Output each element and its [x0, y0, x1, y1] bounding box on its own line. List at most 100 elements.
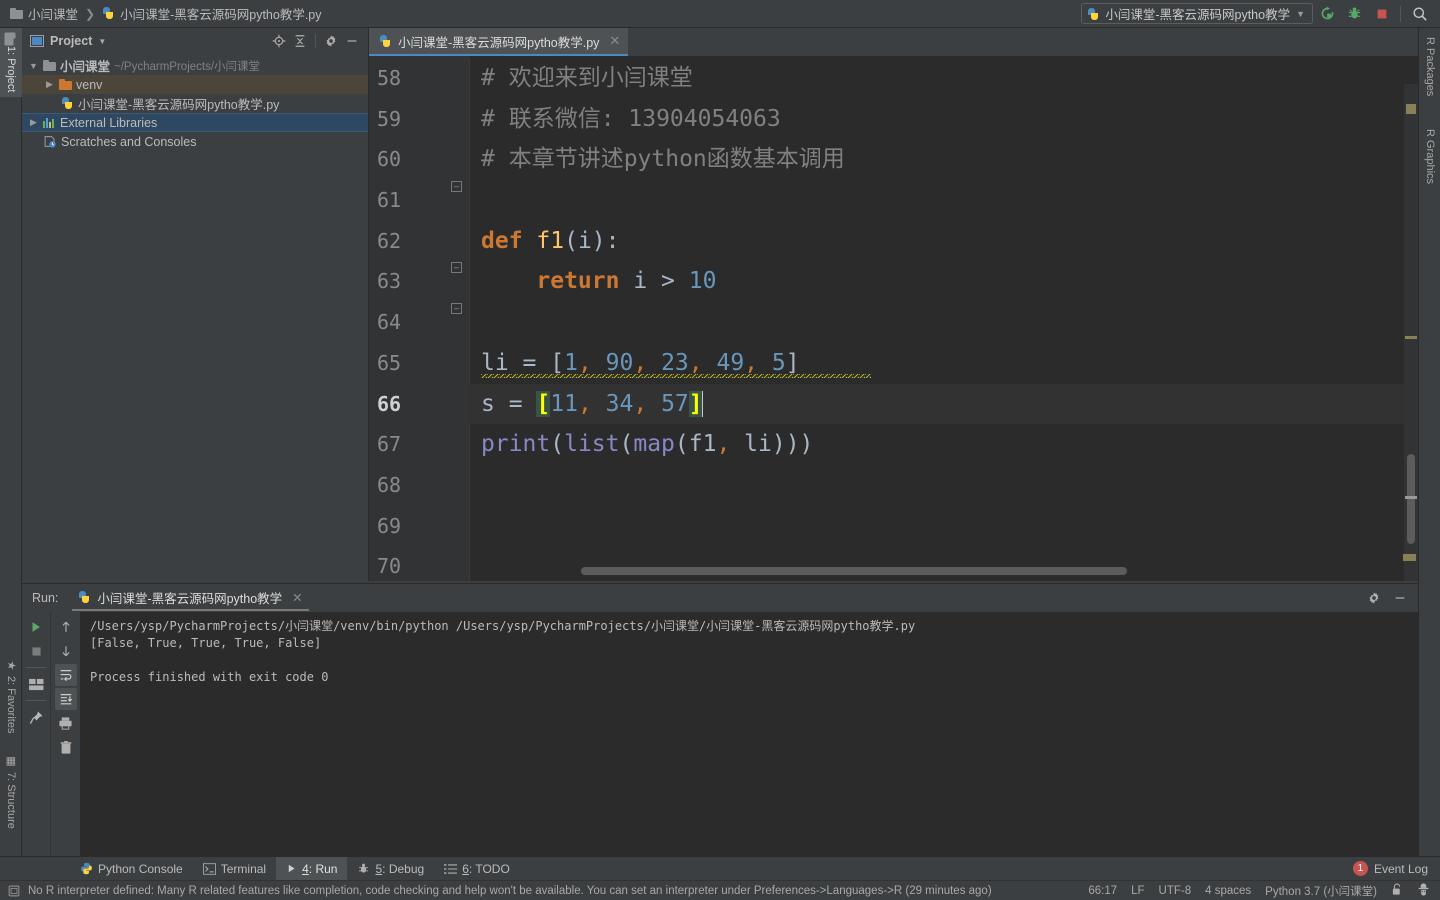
scroll-to-end-button[interactable]: [55, 688, 77, 710]
warning-squiggle-underline: [481, 374, 871, 378]
event-log-group[interactable]: 1 Event Log: [1353, 861, 1440, 876]
print-button[interactable]: [55, 712, 77, 734]
chevron-down-icon: ▼: [98, 37, 106, 46]
tree-item-scratches[interactable]: Scratches and Consoles: [22, 132, 368, 151]
project-panel-title[interactable]: Project ▼: [30, 34, 106, 48]
tree-item-venv[interactable]: ▶ venv: [22, 75, 368, 94]
line-separator-indicator[interactable]: LF: [1131, 885, 1144, 897]
pin-tab-button[interactable]: [25, 706, 47, 728]
run-console-output[interactable]: /Users/ysp/PycharmProjects/小闫课堂/venv/bin…: [80, 612, 1418, 856]
code-line-60[interactable]: # 本章节讲述python函数基本调用: [469, 139, 1418, 180]
tree-item-project-root[interactable]: ▼ 小闫课堂 ~/PycharmProjects/小闫课堂: [22, 56, 368, 75]
settings-gear-icon[interactable]: [321, 31, 341, 51]
tree-label-python-file: 小闫课堂-黑客云源码网pytho教学.py: [78, 94, 279, 113]
fold-marker-end[interactable]: –: [451, 303, 462, 314]
down-button[interactable]: [55, 640, 77, 662]
run-panel-tab[interactable]: 小闫课堂-黑客云源码网pytho教学 ✕: [72, 585, 308, 611]
bottom-tab-label-todo: TODO: [475, 862, 509, 876]
fold-marker-collapse[interactable]: –: [451, 181, 462, 192]
marker-warning[interactable]: [1406, 104, 1416, 114]
code-line-59[interactable]: # 联系微信: 13904054063: [469, 99, 1418, 140]
close-icon[interactable]: ✕: [609, 33, 620, 49]
bottom-tab-terminal[interactable]: Terminal: [193, 857, 276, 881]
interpreter-indicator[interactable]: Python 3.7 (小闫课堂): [1265, 883, 1377, 899]
code-line-61[interactable]: [469, 180, 1418, 221]
lock-icon[interactable]: [1391, 883, 1403, 899]
sidebar-item-r-packages[interactable]: R Packages: [1419, 32, 1440, 101]
stop-button[interactable]: [25, 640, 47, 662]
code-number: 57: [661, 391, 689, 417]
tree-item-python-file[interactable]: 小闫课堂-黑客云源码网pytho教学.py: [22, 94, 368, 113]
code-line-65[interactable]: li = [1, 90, 23, 49, 5]: [469, 343, 1418, 384]
close-icon[interactable]: ✕: [292, 590, 302, 605]
code-line-63[interactable]: return i > 10: [469, 261, 1418, 302]
code-comma: ,: [633, 350, 661, 376]
debug-button[interactable]: [1342, 2, 1367, 26]
folder-icon: [43, 60, 56, 71]
sidebar-item-favorites[interactable]: ★ 2: Favorites: [0, 654, 22, 738]
run-panel-left-toolbar: [22, 612, 50, 856]
marker-warning[interactable]: [1405, 336, 1417, 339]
editor-tab-active[interactable]: 小闫课堂-黑客云源码网pytho教学.py ✕: [369, 28, 628, 56]
settings-gear-icon[interactable]: [1364, 588, 1384, 608]
bottom-tab-label-terminal: Terminal: [221, 862, 266, 876]
code-line-69[interactable]: [469, 506, 1418, 547]
code-line-66-current[interactable]: s = [11, 34, 57]: [469, 384, 1418, 425]
project-panel-title-label: Project: [50, 34, 92, 48]
hector-inspection-icon[interactable]: [1417, 883, 1430, 899]
tree-label-external-libraries: External Libraries: [60, 116, 157, 130]
status-notification-icon[interactable]: [0, 885, 20, 897]
bottom-tab-todo[interactable]: 6: TODO: [434, 857, 520, 881]
code-line-58[interactable]: # 欢迎来到小闫课堂: [469, 58, 1418, 99]
minimize-icon[interactable]: [342, 31, 362, 51]
code-content[interactable]: # 欢迎来到小闫课堂 # 联系微信: 13904054063 # 本章节讲述py…: [469, 56, 1418, 581]
up-button[interactable]: [55, 616, 77, 638]
editor-vertical-scrollbar[interactable]: [1407, 454, 1415, 544]
indent-indicator[interactable]: 4 spaces: [1205, 885, 1251, 897]
bottom-tab-run[interactable]: 4: Run: [276, 857, 347, 881]
chevron-right-icon[interactable]: ▶: [28, 117, 39, 128]
code-line-64[interactable]: [469, 302, 1418, 343]
bracket-highlight-open: [: [536, 391, 550, 417]
code-line-68[interactable]: [469, 465, 1418, 506]
chevron-right-icon[interactable]: ▶: [44, 79, 55, 90]
minimize-icon[interactable]: [1390, 588, 1410, 608]
soft-wrap-button[interactable]: [55, 664, 77, 686]
python-file-icon: [1087, 8, 1099, 20]
code-line-67[interactable]: print(list(map(f1, li))): [469, 424, 1418, 465]
sidebar-item-structure[interactable]: ▦ 7: Structure: [0, 750, 22, 834]
breadcrumb-item-file[interactable]: 小闫课堂-黑客云源码网pytho教学.py: [102, 4, 321, 23]
sidebar-item-project[interactable]: 1: Project: [0, 28, 22, 97]
toolbar-divider: [26, 700, 46, 701]
caret-position-indicator[interactable]: 66:17: [1088, 885, 1117, 897]
code-number: 5: [772, 350, 786, 376]
chevron-down-icon[interactable]: ▼: [28, 61, 39, 71]
bottom-tab-python-console[interactable]: Python Console: [70, 857, 193, 881]
right-tab-label-r-graphics: R Graphics: [1424, 129, 1436, 184]
encoding-indicator[interactable]: UTF-8: [1159, 885, 1192, 897]
breadcrumb-item-project[interactable]: 小闫课堂: [10, 4, 78, 23]
bottom-tab-debug[interactable]: 5: Debug: [347, 857, 434, 881]
stop-button[interactable]: [1369, 2, 1394, 26]
toolbar-divider: [1400, 6, 1401, 22]
rerun-button[interactable]: [1315, 2, 1340, 26]
locate-icon[interactable]: [269, 31, 289, 51]
search-everywhere-button[interactable]: [1407, 2, 1432, 26]
sidebar-item-r-graphics[interactable]: R Graphics: [1419, 124, 1440, 189]
rerun-button[interactable]: [25, 616, 47, 638]
run-configuration-selector[interactable]: 小闫课堂-黑客云源码网pytho教学 ▼: [1081, 3, 1313, 24]
editor-marker-bar[interactable]: [1404, 84, 1418, 581]
editor-gutter[interactable]: 58 59 60 61 62 63 64 65 66 67 68 69 70 –…: [369, 56, 469, 581]
marker-warning[interactable]: [1403, 554, 1416, 561]
code-function-name: f1: [536, 228, 564, 254]
fold-marker-collapse[interactable]: –: [451, 262, 462, 273]
editor-horizontal-scrollbar[interactable]: [581, 567, 1396, 575]
layout-button[interactable]: [25, 673, 47, 695]
clear-all-button[interactable]: [55, 736, 77, 758]
bottom-tool-bar: Python Console Terminal 4: Run 5: Debug …: [0, 856, 1440, 880]
code-line-62[interactable]: def f1(i):: [469, 221, 1418, 262]
editor-body[interactable]: 58 59 60 61 62 63 64 65 66 67 68 69 70 –…: [369, 56, 1418, 581]
collapse-all-icon[interactable]: [290, 31, 310, 51]
status-message[interactable]: No R interpreter defined: Many R related…: [20, 885, 992, 897]
tree-item-external-libraries[interactable]: ▶ External Libraries: [22, 113, 368, 132]
